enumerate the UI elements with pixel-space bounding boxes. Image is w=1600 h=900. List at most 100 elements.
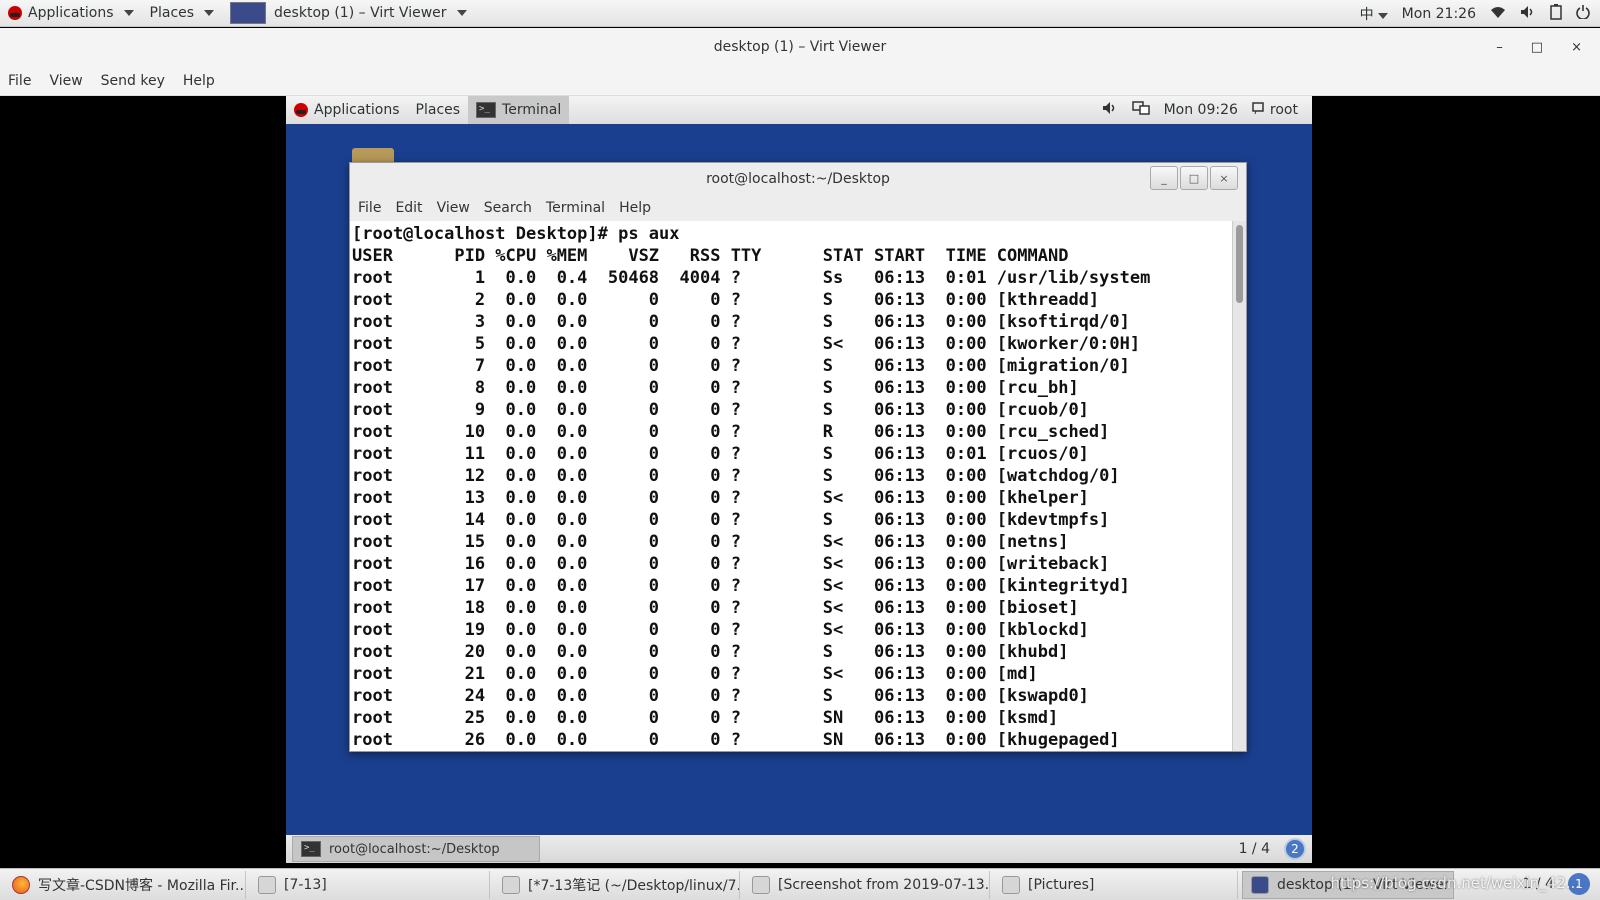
terminal-icon: >_ bbox=[476, 102, 497, 118]
terminal-scrollbar[interactable] bbox=[1232, 221, 1246, 751]
host-window-label: desktop (1) – Virt Viewer bbox=[274, 5, 447, 21]
menu-file[interactable]: File bbox=[8, 73, 31, 89]
menu-help[interactable]: Help bbox=[183, 73, 215, 89]
guest-applications-label: Applications bbox=[314, 102, 400, 118]
virt-viewer-title: desktop (1) – Virt Viewer bbox=[713, 39, 887, 55]
terminal-menu-terminal[interactable]: Terminal bbox=[546, 200, 605, 216]
guest-places-label: Places bbox=[415, 102, 461, 118]
guest-user-label: root bbox=[1269, 102, 1298, 118]
ps-row: root 26 0.0 0.0 0 0 ? SN 06:13 0:00 [khu… bbox=[352, 730, 1120, 750]
watermark: https://blog.csdn.net/weixin_42... bbox=[1330, 874, 1580, 892]
virt-viewer-icon bbox=[230, 2, 267, 24]
desktop-folder-icon[interactable] bbox=[352, 148, 394, 162]
terminal-output[interactable]: [root@localhost Desktop]# ps aux USER PI… bbox=[350, 221, 1232, 751]
taskbar-item-label: 写文章-CSDN博客 - Mozilla Fir... bbox=[38, 877, 246, 894]
minimize-button[interactable]: – bbox=[1496, 40, 1503, 55]
terminal-menu-edit[interactable]: Edit bbox=[395, 200, 422, 216]
guest-task-terminal[interactable]: >_ root@localhost:~/Desktop bbox=[292, 836, 540, 862]
ps-row: root 1 0.0 0.4 50468 4004 ? Ss 06:13 0:0… bbox=[352, 268, 1151, 288]
folder-icon bbox=[258, 875, 276, 894]
terminal-window: root@localhost:~/Desktop _ □ × File Edit… bbox=[349, 162, 1247, 752]
guest-task-label: root@localhost:~/Desktop bbox=[329, 841, 500, 857]
ps-row: root 16 0.0 0.0 0 0 ? S< 06:13 0:00 [wri… bbox=[352, 554, 1110, 574]
taskbar-item-label: [7-13] bbox=[284, 876, 327, 893]
menu-view[interactable]: View bbox=[49, 73, 82, 89]
host-places-menu[interactable]: Places bbox=[142, 0, 223, 27]
host-places-label: Places bbox=[149, 5, 195, 21]
ps-row: root 15 0.0 0.0 0 0 ? S< 06:13 0:00 [net… bbox=[352, 532, 1069, 552]
ps-header-line: USER PID %CPU %MEM VSZ RSS TTY STAT STAR… bbox=[352, 246, 1069, 266]
virt-viewer-icon bbox=[1251, 875, 1269, 894]
guest-top-panel: Applications Places >_ Terminal Mon 09:2… bbox=[286, 96, 1312, 124]
ps-row: root 20 0.0 0.0 0 0 ? S 06:13 0:00 [khub… bbox=[352, 642, 1069, 662]
terminal-minimize-button[interactable]: _ bbox=[1150, 166, 1178, 190]
input-method-label: 中 bbox=[1359, 6, 1374, 23]
menu-send-key[interactable]: Send key bbox=[101, 73, 165, 89]
battery-icon[interactable] bbox=[1550, 3, 1562, 24]
ps-row: root 3 0.0 0.0 0 0 ? S 06:13 0:00 [ksoft… bbox=[352, 312, 1130, 332]
notification-badge-icon[interactable]: 2 bbox=[1284, 838, 1306, 860]
terminal-prompt-line: [root@localhost Desktop]# ps aux bbox=[352, 224, 680, 244]
guest-workspace-indicator[interactable]: 1 / 4 bbox=[1239, 835, 1270, 863]
ps-row: root 2 0.0 0.0 0 0 ? S 06:13 0:00 [kthre… bbox=[352, 290, 1100, 310]
terminal-menu-help[interactable]: Help bbox=[619, 200, 651, 216]
host-window-menu[interactable]: desktop (1) – Virt Viewer bbox=[222, 0, 474, 27]
ps-row: root 5 0.0 0.0 0 0 ? S< 06:13 0:00 [kwor… bbox=[352, 334, 1141, 354]
ps-row: root 10 0.0 0.0 0 0 ? R 06:13 0:00 [rcu_… bbox=[352, 422, 1110, 442]
ps-row: root 8 0.0 0.0 0 0 ? S 06:13 0:00 [rcu_b… bbox=[352, 378, 1079, 398]
window-controls: – □ × bbox=[1496, 28, 1582, 66]
guest-places-menu[interactable]: Places bbox=[408, 96, 469, 124]
ps-row: root 14 0.0 0.0 0 0 ? S 06:13 0:00 [kdev… bbox=[352, 510, 1110, 530]
guest-applications-menu[interactable]: Applications bbox=[286, 96, 408, 124]
guest-desktop[interactable]: Applications Places >_ Terminal Mon 09:2… bbox=[286, 96, 1312, 863]
terminal-menu-file[interactable]: File bbox=[358, 200, 381, 216]
terminal-menu-view[interactable]: View bbox=[437, 200, 470, 216]
chevron-down-icon bbox=[456, 10, 467, 16]
taskbar-item-text-editor[interactable]: [*7-13笔记 (~/Desktop/linux/7... bbox=[494, 870, 740, 899]
ps-row: root 13 0.0 0.0 0 0 ? S< 06:13 0:00 [khe… bbox=[352, 488, 1089, 508]
close-button[interactable]: × bbox=[1571, 40, 1582, 55]
taskbar-item-label: [Pictures] bbox=[1028, 876, 1095, 893]
text-editor-icon bbox=[502, 875, 520, 894]
volume-icon[interactable] bbox=[1102, 101, 1118, 119]
terminal-titlebar[interactable]: root@localhost:~/Desktop _ □ × bbox=[350, 163, 1246, 195]
ps-row: root 11 0.0 0.0 0 0 ? S 06:13 0:01 [rcuo… bbox=[352, 444, 1089, 464]
host-top-panel: Applications Places desktop (1) – Virt V… bbox=[0, 0, 1600, 27]
guest-status-area: Mon 09:26 root bbox=[1102, 96, 1298, 124]
chevron-down-icon bbox=[1377, 12, 1388, 19]
maximize-button[interactable]: □ bbox=[1531, 40, 1543, 55]
guest-bottom-panel: >_ root@localhost:~/Desktop 1 / 4 2 bbox=[286, 835, 1312, 863]
taskbar-item-folder-7-13[interactable]: [7-13] bbox=[250, 870, 490, 899]
firefox-icon bbox=[12, 875, 30, 894]
terminal-menu-search[interactable]: Search bbox=[484, 200, 532, 216]
terminal-text: [root@localhost Desktop]# ps aux USER PI… bbox=[352, 223, 1230, 751]
folder-icon bbox=[1002, 875, 1020, 894]
guest-terminal-launcher[interactable]: >_ Terminal bbox=[468, 96, 570, 124]
ps-row: root 19 0.0 0.0 0 0 ? S< 06:13 0:00 [kbl… bbox=[352, 620, 1089, 640]
redhat-logo-icon bbox=[8, 6, 22, 20]
taskbar-item-pictures[interactable]: [Pictures] bbox=[994, 870, 1238, 899]
power-icon[interactable] bbox=[1576, 4, 1590, 23]
terminal-title: root@localhost:~/Desktop bbox=[706, 171, 890, 187]
terminal-scrollbar-thumb[interactable] bbox=[1236, 225, 1243, 303]
terminal-window-controls: _ □ × bbox=[1150, 166, 1238, 190]
network-icon[interactable] bbox=[1131, 101, 1150, 119]
taskbar-item-screenshot[interactable]: [Screenshot from 2019-07-13... bbox=[744, 870, 990, 899]
wifi-icon[interactable] bbox=[1490, 5, 1506, 23]
host-clock[interactable]: Mon 21:26 bbox=[1402, 6, 1476, 22]
ps-row: root 21 0.0 0.0 0 0 ? S< 06:13 0:00 [md] bbox=[352, 664, 1038, 684]
guest-user-menu[interactable]: root bbox=[1252, 102, 1298, 118]
input-method-indicator[interactable]: 中 bbox=[1360, 4, 1388, 24]
image-viewer-icon bbox=[752, 875, 770, 894]
taskbar-item-label: [*7-13笔记 (~/Desktop/linux/7... bbox=[528, 877, 740, 894]
ps-row: root 25 0.0 0.0 0 0 ? SN 06:13 0:00 [ksm… bbox=[352, 708, 1059, 728]
terminal-close-button[interactable]: × bbox=[1210, 166, 1238, 190]
terminal-menubar: File Edit View Search Terminal Help bbox=[350, 195, 1246, 221]
ps-row: root 12 0.0 0.0 0 0 ? S 06:13 0:00 [watc… bbox=[352, 466, 1120, 486]
host-applications-menu[interactable]: Applications bbox=[0, 0, 142, 27]
virt-viewer-titlebar: desktop (1) – Virt Viewer bbox=[0, 28, 1600, 66]
taskbar-item-firefox[interactable]: 写文章-CSDN博客 - Mozilla Fir... bbox=[4, 870, 246, 899]
guest-clock[interactable]: Mon 09:26 bbox=[1164, 102, 1238, 118]
terminal-maximize-button[interactable]: □ bbox=[1180, 166, 1208, 190]
volume-icon[interactable] bbox=[1520, 5, 1536, 23]
